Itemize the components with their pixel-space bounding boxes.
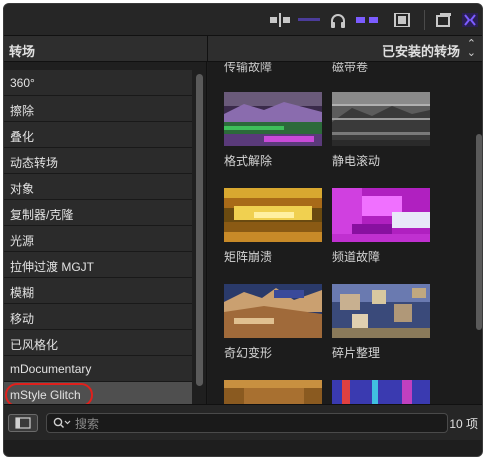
sidebar-item-lights[interactable]: 光源 [4,226,192,252]
transition-item[interactable]: 碎片整理 [332,284,430,361]
skimming-icon[interactable] [356,11,378,29]
sidebar-item-label: 移动 [10,312,35,326]
transition-label: 奇幻变形 [224,346,273,360]
snapping-icon[interactable] [462,11,478,29]
sidebar-item-360[interactable]: 360° [4,70,192,96]
sidebar-item-label: 模糊 [10,286,35,300]
sidebar-item-label: 擦除 [10,104,35,118]
transition-item[interactable]: 静电滚动 [332,92,430,169]
transition-label: 传输故障 [224,62,273,74]
transition-label: 矩阵崩溃 [224,250,273,264]
sidebar-item-wipes[interactable]: 擦除 [4,96,192,122]
sidebar-item-mstyle-glitch[interactable]: mStyle Glitch [4,382,192,404]
sidebar-item-replicator[interactable]: 复制器/克隆 [4,200,192,226]
browser-header: 转场 已安装的转场 ⌃ ⌄ [4,36,482,62]
transition-thumbnail [332,92,430,146]
status-bar [4,440,482,456]
transitions-grid[interactable]: 传输故障 磁带卷 格式解除 静电滚动 矩阵崩溃 频道故障 奇幻变形 碎片整理 [208,62,482,404]
sidebar-item-label: 360° [10,76,35,90]
transition-label: 频道故障 [332,250,381,264]
transition-item[interactable]: 奇幻变形 [224,284,322,361]
transition-thumbnail [224,284,322,338]
sidebar-item-dissolves[interactable]: 叠化 [4,122,192,148]
transition-label: 静电滚动 [332,154,381,168]
toolbar-divider [424,10,425,30]
timeline-icon[interactable] [298,11,320,29]
sidebar-item-mdocumentary[interactable]: mDocumentary [4,356,192,382]
transition-thumbnail [332,188,430,242]
transition-thumbnail [224,188,322,242]
category-sidebar[interactable]: 360° 擦除 叠化 动态转场 对象 复制器/克隆 光源 拉伸过渡 MGJT 模… [4,62,207,404]
transition-item[interactable]: 矩阵崩溃 [224,188,322,265]
transition-label: 磁带卷 [332,62,369,74]
search-field[interactable] [46,413,448,433]
transition-thumbnail [332,284,430,338]
sidebar-item-blurs[interactable]: 模糊 [4,278,192,304]
transition-item[interactable]: 频道故障 [332,188,430,265]
sidebar-item-objects[interactable]: 对象 [4,174,192,200]
sidebar-scrollbar[interactable] [196,74,203,386]
grid-scrollbar[interactable] [476,134,482,330]
transitions-browser-window: 转场 已安装的转场 ⌃ ⌄ 360° 擦除 叠化 动态转场 对象 复制器/克隆 光… [3,3,483,457]
bottom-bar: 10 项 [4,404,482,440]
sidebar-title: 转场 [9,44,36,59]
collection-selector[interactable]: 已安装的转场 [382,41,460,60]
headphones-icon[interactable] [330,11,346,29]
sidebar-item-label: mStyle Glitch [10,388,81,402]
toolbar [4,4,482,36]
sidebar-item-label: mDocumentary [10,362,92,376]
sidebar-item-label: 光源 [10,234,35,248]
sidebar-item-label: 对象 [10,182,35,196]
transition-thumbnail [224,92,322,146]
header-divider [207,36,208,62]
chevron-updown-icon[interactable]: ⌃ ⌄ [467,39,476,59]
transition-label: 碎片整理 [332,346,381,360]
item-count: 10 项 [449,417,478,431]
film-viewer-icon[interactable] [394,11,410,29]
search-input[interactable] [75,416,435,431]
sidebar-item-label: 拉伸过渡 MGJT [10,260,94,274]
split-clip-icon[interactable] [270,11,290,29]
sidebar-icon [15,417,31,429]
sidebar-item-movements[interactable]: 移动 [4,304,192,330]
search-icon[interactable] [53,417,71,430]
sidebar-toggle-button[interactable] [8,414,38,432]
transition-thumbnail [224,380,322,404]
transition-label: 格式解除 [224,154,273,168]
sidebar-item-label: 叠化 [10,130,35,144]
sidebar-item-label: 已风格化 [10,338,59,352]
transition-item[interactable] [332,380,430,404]
sidebar-item-label: 动态转场 [10,156,59,170]
transition-thumbnail [332,380,430,404]
transition-item[interactable] [224,380,322,404]
sidebar-item-stretch[interactable]: 拉伸过渡 MGJT [4,252,192,278]
sidebar-item-dynamic[interactable]: 动态转场 [4,148,192,174]
sidebar-item-label: 复制器/克隆 [10,208,74,222]
sidebar-item-stylized[interactable]: 已风格化 [4,330,192,356]
window-layout-icon[interactable] [436,11,452,29]
transition-item[interactable]: 格式解除 [224,92,322,169]
